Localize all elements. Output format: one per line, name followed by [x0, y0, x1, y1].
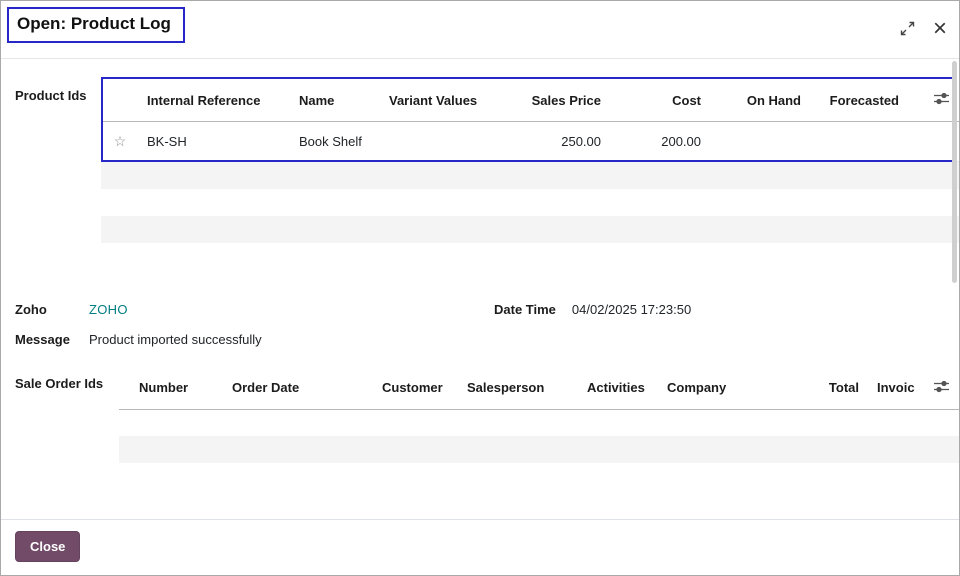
close-button[interactable]: Close — [15, 531, 80, 562]
empty-row — [101, 162, 959, 189]
header-actions: × — [900, 7, 947, 36]
message-label: Message — [15, 332, 89, 347]
sale-order-ids-label: Sale Order Ids — [15, 367, 119, 391]
column-invoice-status[interactable]: Invoic — [869, 367, 919, 410]
cell-sales-price: 250.00 — [503, 122, 611, 162]
empty-row — [101, 243, 959, 270]
column-on-hand[interactable]: On Hand — [711, 79, 811, 122]
column-number[interactable]: Number — [119, 367, 224, 410]
empty-row — [101, 189, 959, 216]
column-forecasted[interactable]: Forecasted — [811, 79, 909, 122]
column-activities[interactable]: Activities — [579, 367, 659, 410]
cell-on-hand — [711, 122, 811, 162]
datetime-value: 04/02/2025 17:23:50 — [572, 302, 691, 317]
cell-variant-values — [381, 122, 503, 162]
optional-columns-icon[interactable] — [919, 367, 959, 410]
favorite-star-icon[interactable]: ☆ — [101, 122, 139, 162]
dialog-header: Open: Product Log × — [1, 1, 959, 59]
column-cost[interactable]: Cost — [611, 79, 711, 122]
close-icon[interactable]: × — [933, 22, 947, 36]
favorite-column-header — [101, 79, 139, 122]
column-name[interactable]: Name — [291, 79, 381, 122]
cell-cost: 200.00 — [611, 122, 711, 162]
sale-order-table: Number Order Date Customer Salesperson A… — [119, 367, 957, 491]
column-company[interactable]: Company — [659, 367, 789, 410]
zoho-field: Zoho ZOHO — [15, 302, 494, 317]
message-value: Product imported successfully — [89, 332, 262, 347]
cell-forecasted — [811, 122, 909, 162]
dialog-title: Open: Product Log — [17, 14, 171, 34]
sale-order-ids-field: Sale Order Ids Number Order Date Custome… — [15, 367, 957, 491]
dialog-body: Product Ids Internal Reference Name Vari… — [1, 59, 959, 519]
product-table-header: Internal Reference Name Variant Values S… — [101, 79, 959, 122]
empty-row — [119, 463, 959, 490]
empty-row — [119, 436, 959, 463]
empty-row — [101, 216, 959, 243]
column-customer[interactable]: Customer — [374, 367, 459, 410]
cell-internal-reference: BK-SH — [139, 122, 291, 162]
column-internal-reference[interactable]: Internal Reference — [139, 79, 291, 122]
message-field: Message Product imported successfully — [15, 332, 957, 347]
empty-row — [119, 409, 959, 436]
product-ids-field: Product Ids Internal Reference Name Vari… — [15, 79, 957, 270]
column-total[interactable]: Total — [789, 367, 869, 410]
column-salesperson[interactable]: Salesperson — [459, 367, 579, 410]
product-ids-label: Product Ids — [15, 79, 101, 103]
scrollbar[interactable] — [952, 61, 957, 283]
sale-order-table-header: Number Order Date Customer Salesperson A… — [119, 367, 959, 410]
cell-name: Book Shelf — [291, 122, 381, 162]
product-log-dialog: Open: Product Log × Product Ids — [0, 0, 960, 576]
dialog-footer: Close — [1, 519, 959, 575]
zoho-link[interactable]: ZOHO — [89, 302, 128, 317]
table-row[interactable]: ☆ BK-SH Book Shelf 250.00 200.00 — [101, 122, 959, 162]
product-table: Internal Reference Name Variant Values S… — [101, 79, 957, 270]
datetime-field: Date Time 04/02/2025 17:23:50 — [494, 302, 691, 317]
info-row: Zoho ZOHO Date Time 04/02/2025 17:23:50 — [15, 302, 957, 317]
zoho-label: Zoho — [15, 302, 89, 317]
column-variant-values[interactable]: Variant Values — [381, 79, 503, 122]
expand-icon[interactable] — [900, 21, 915, 36]
column-sales-price[interactable]: Sales Price — [503, 79, 611, 122]
datetime-label: Date Time — [494, 302, 556, 317]
column-order-date[interactable]: Order Date — [224, 367, 374, 410]
dialog-title-highlight: Open: Product Log — [7, 7, 185, 43]
